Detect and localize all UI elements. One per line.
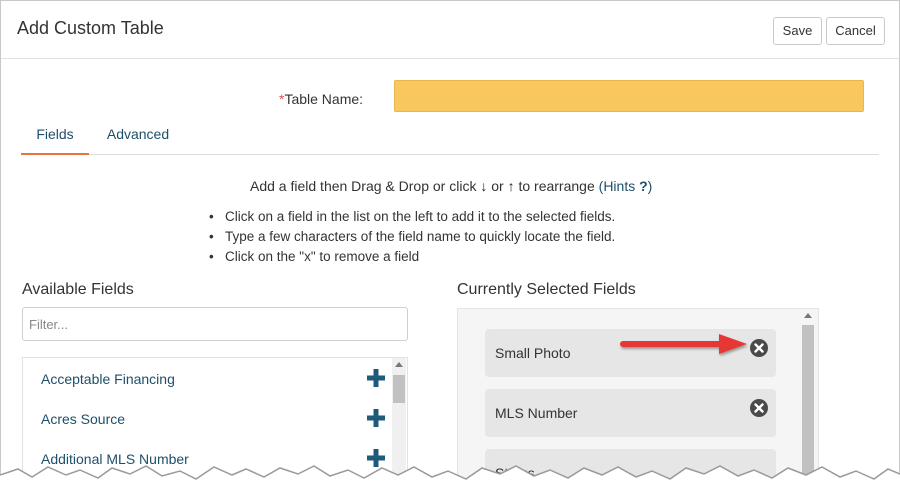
scroll-up-icon[interactable] (395, 362, 403, 367)
question-icon: ? (639, 178, 648, 194)
save-button[interactable]: Save (773, 17, 822, 45)
table-name-label-text: Table Name: (284, 91, 364, 107)
selected-fields-title: Currently Selected Fields (457, 281, 636, 298)
instructions-list: Click on a field in the list on the left… (209, 207, 615, 267)
selected-field-item[interactable]: MLS Number (485, 389, 776, 437)
remove-circle-icon[interactable] (749, 338, 769, 358)
hint-prefix: Add a field then Drag & Drop or click (250, 178, 477, 194)
available-field-item[interactable]: Acceptable Financing (23, 359, 391, 399)
tab-fields[interactable]: Fields (21, 118, 89, 155)
selected-field-label: MLS Number (495, 405, 578, 421)
tab-advanced[interactable]: Advanced (101, 118, 175, 154)
filter-input[interactable] (22, 307, 408, 341)
hints-link-label: Hints (603, 178, 636, 194)
plus-icon[interactable] (367, 409, 385, 427)
arrow-up-icon: ↑ (507, 178, 515, 194)
instruction-item: Type a few characters of the field name … (209, 227, 615, 247)
plus-icon[interactable] (367, 369, 385, 387)
table-name-label: *Table Name: (279, 91, 363, 107)
scroll-up-icon[interactable] (804, 313, 812, 318)
table-name-input[interactable] (394, 80, 864, 112)
hint-suffix: to rearrange (518, 178, 595, 194)
instruction-item: Click on the "x" to remove a field (209, 247, 615, 267)
remove-circle-icon[interactable] (749, 398, 769, 418)
instruction-item: Click on a field in the list on the left… (209, 207, 615, 227)
drag-drop-hint: Add a field then Drag & Drop or click ↓ … (250, 178, 652, 194)
torn-edge (0, 465, 900, 495)
cancel-button[interactable]: Cancel (826, 17, 885, 45)
hints-link[interactable]: (Hints ?) (599, 178, 653, 194)
available-field-label: Acceptable Financing (41, 371, 175, 387)
available-fields-title: Available Fields (22, 281, 134, 298)
available-field-label: Acres Source (41, 411, 126, 427)
annotation-arrow-icon (620, 334, 747, 354)
selected-field-label: Small Photo (495, 345, 571, 361)
tab-bar: Fields Advanced (21, 118, 879, 155)
arrow-down-icon: ↓ (480, 178, 488, 194)
available-field-item[interactable]: Acres Source (23, 399, 391, 439)
add-custom-table-dialog: Add Custom Table Save Cancel *Table Name… (0, 0, 900, 495)
hints-link-close: ) (647, 178, 653, 194)
hint-or: or (491, 178, 504, 194)
dialog-header: Add Custom Table Save Cancel (1, 1, 899, 59)
scrollbar-thumb[interactable] (393, 375, 405, 403)
dialog-title: Add Custom Table (17, 18, 164, 38)
